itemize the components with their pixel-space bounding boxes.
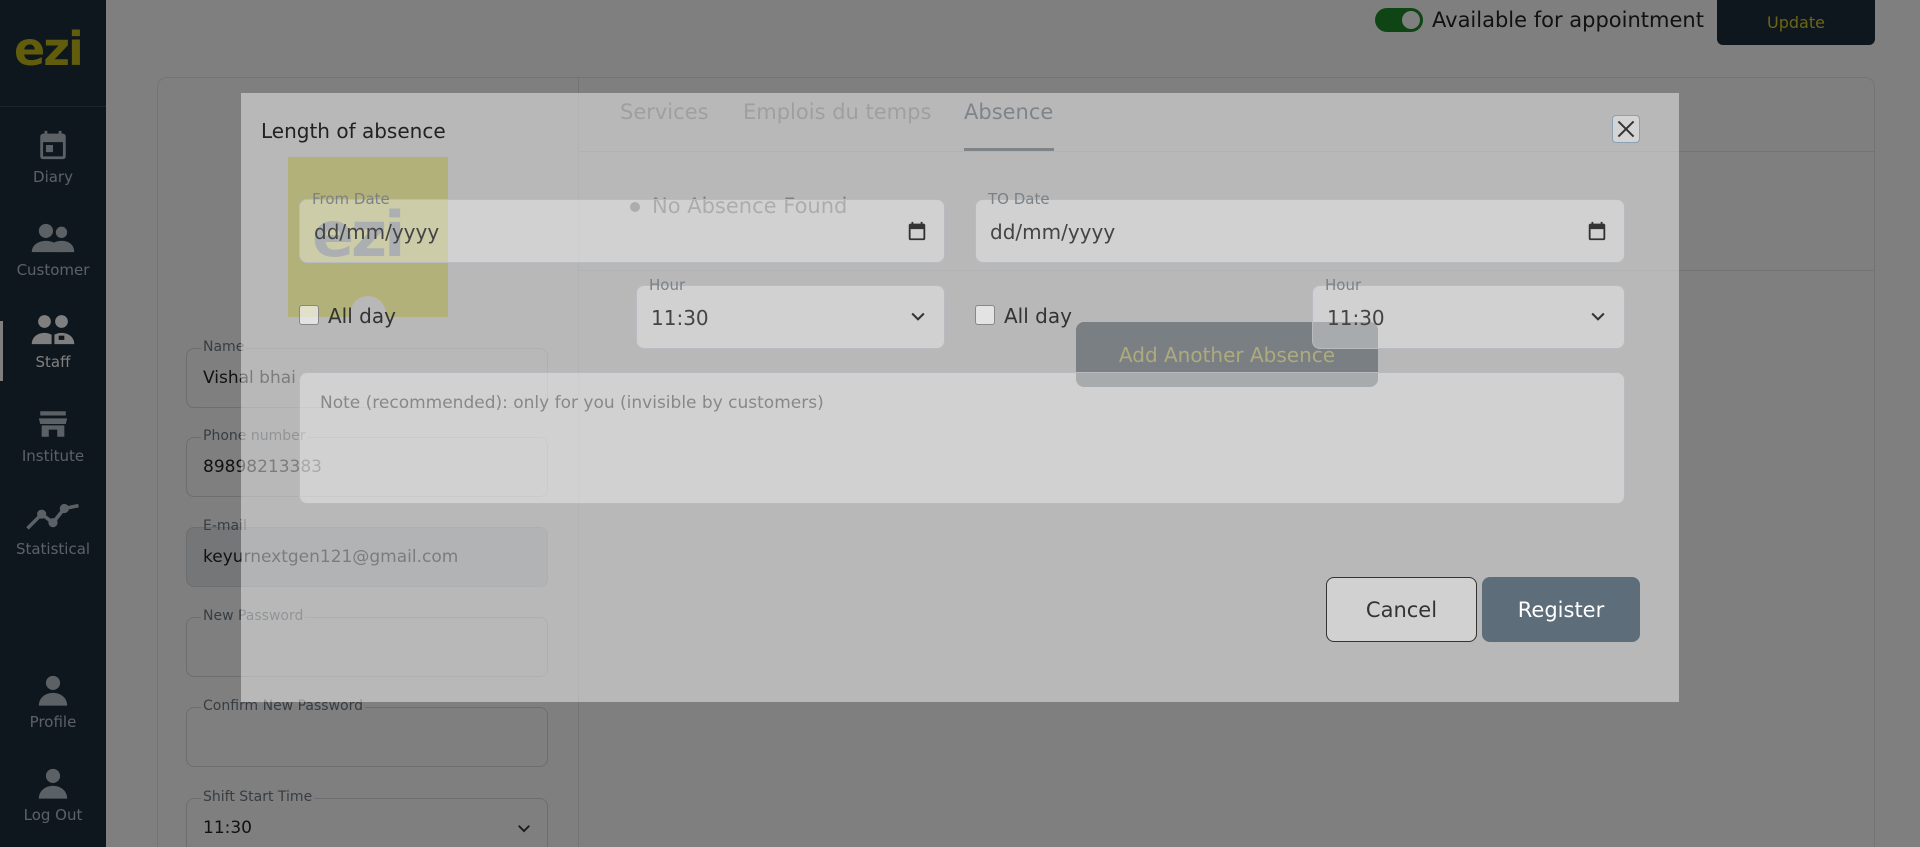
absence-modal: Length of absence From Date dd/mm/yyyy T…: [241, 93, 1679, 702]
field-label: Hour: [1325, 276, 1362, 294]
cancel-button[interactable]: Cancel: [1326, 577, 1477, 642]
field-label: From Date: [312, 190, 390, 208]
field-label: TO Date: [988, 190, 1050, 208]
calendar-icon[interactable]: [1586, 220, 1608, 242]
modal-title: Length of absence: [261, 119, 446, 143]
note-textarea[interactable]: [299, 372, 1625, 504]
field-label: Hour: [649, 276, 686, 294]
from-all-day-label: All day: [328, 304, 396, 328]
field-value: 11:30: [1327, 306, 1385, 330]
to-all-day-checkbox[interactable]: [975, 305, 995, 325]
field-value: dd/mm/yyyy: [314, 220, 440, 244]
from-hour-select[interactable]: Hour 11:30: [636, 276, 945, 349]
from-date-input[interactable]: From Date dd/mm/yyyy: [299, 190, 945, 263]
close-button[interactable]: [1612, 115, 1640, 143]
to-hour-select[interactable]: Hour 11:30: [1312, 276, 1625, 349]
to-all-day-label: All day: [1004, 304, 1072, 328]
chevron-down-icon: [1591, 312, 1605, 321]
from-all-day-checkbox[interactable]: [299, 305, 319, 325]
to-date-input[interactable]: TO Date dd/mm/yyyy: [975, 190, 1625, 263]
chevron-down-icon: [911, 312, 925, 321]
field-value: dd/mm/yyyy: [990, 220, 1116, 244]
field-value: 11:30: [651, 306, 709, 330]
close-icon: [1617, 120, 1635, 138]
calendar-icon[interactable]: [906, 220, 928, 242]
register-button[interactable]: Register: [1482, 577, 1640, 642]
